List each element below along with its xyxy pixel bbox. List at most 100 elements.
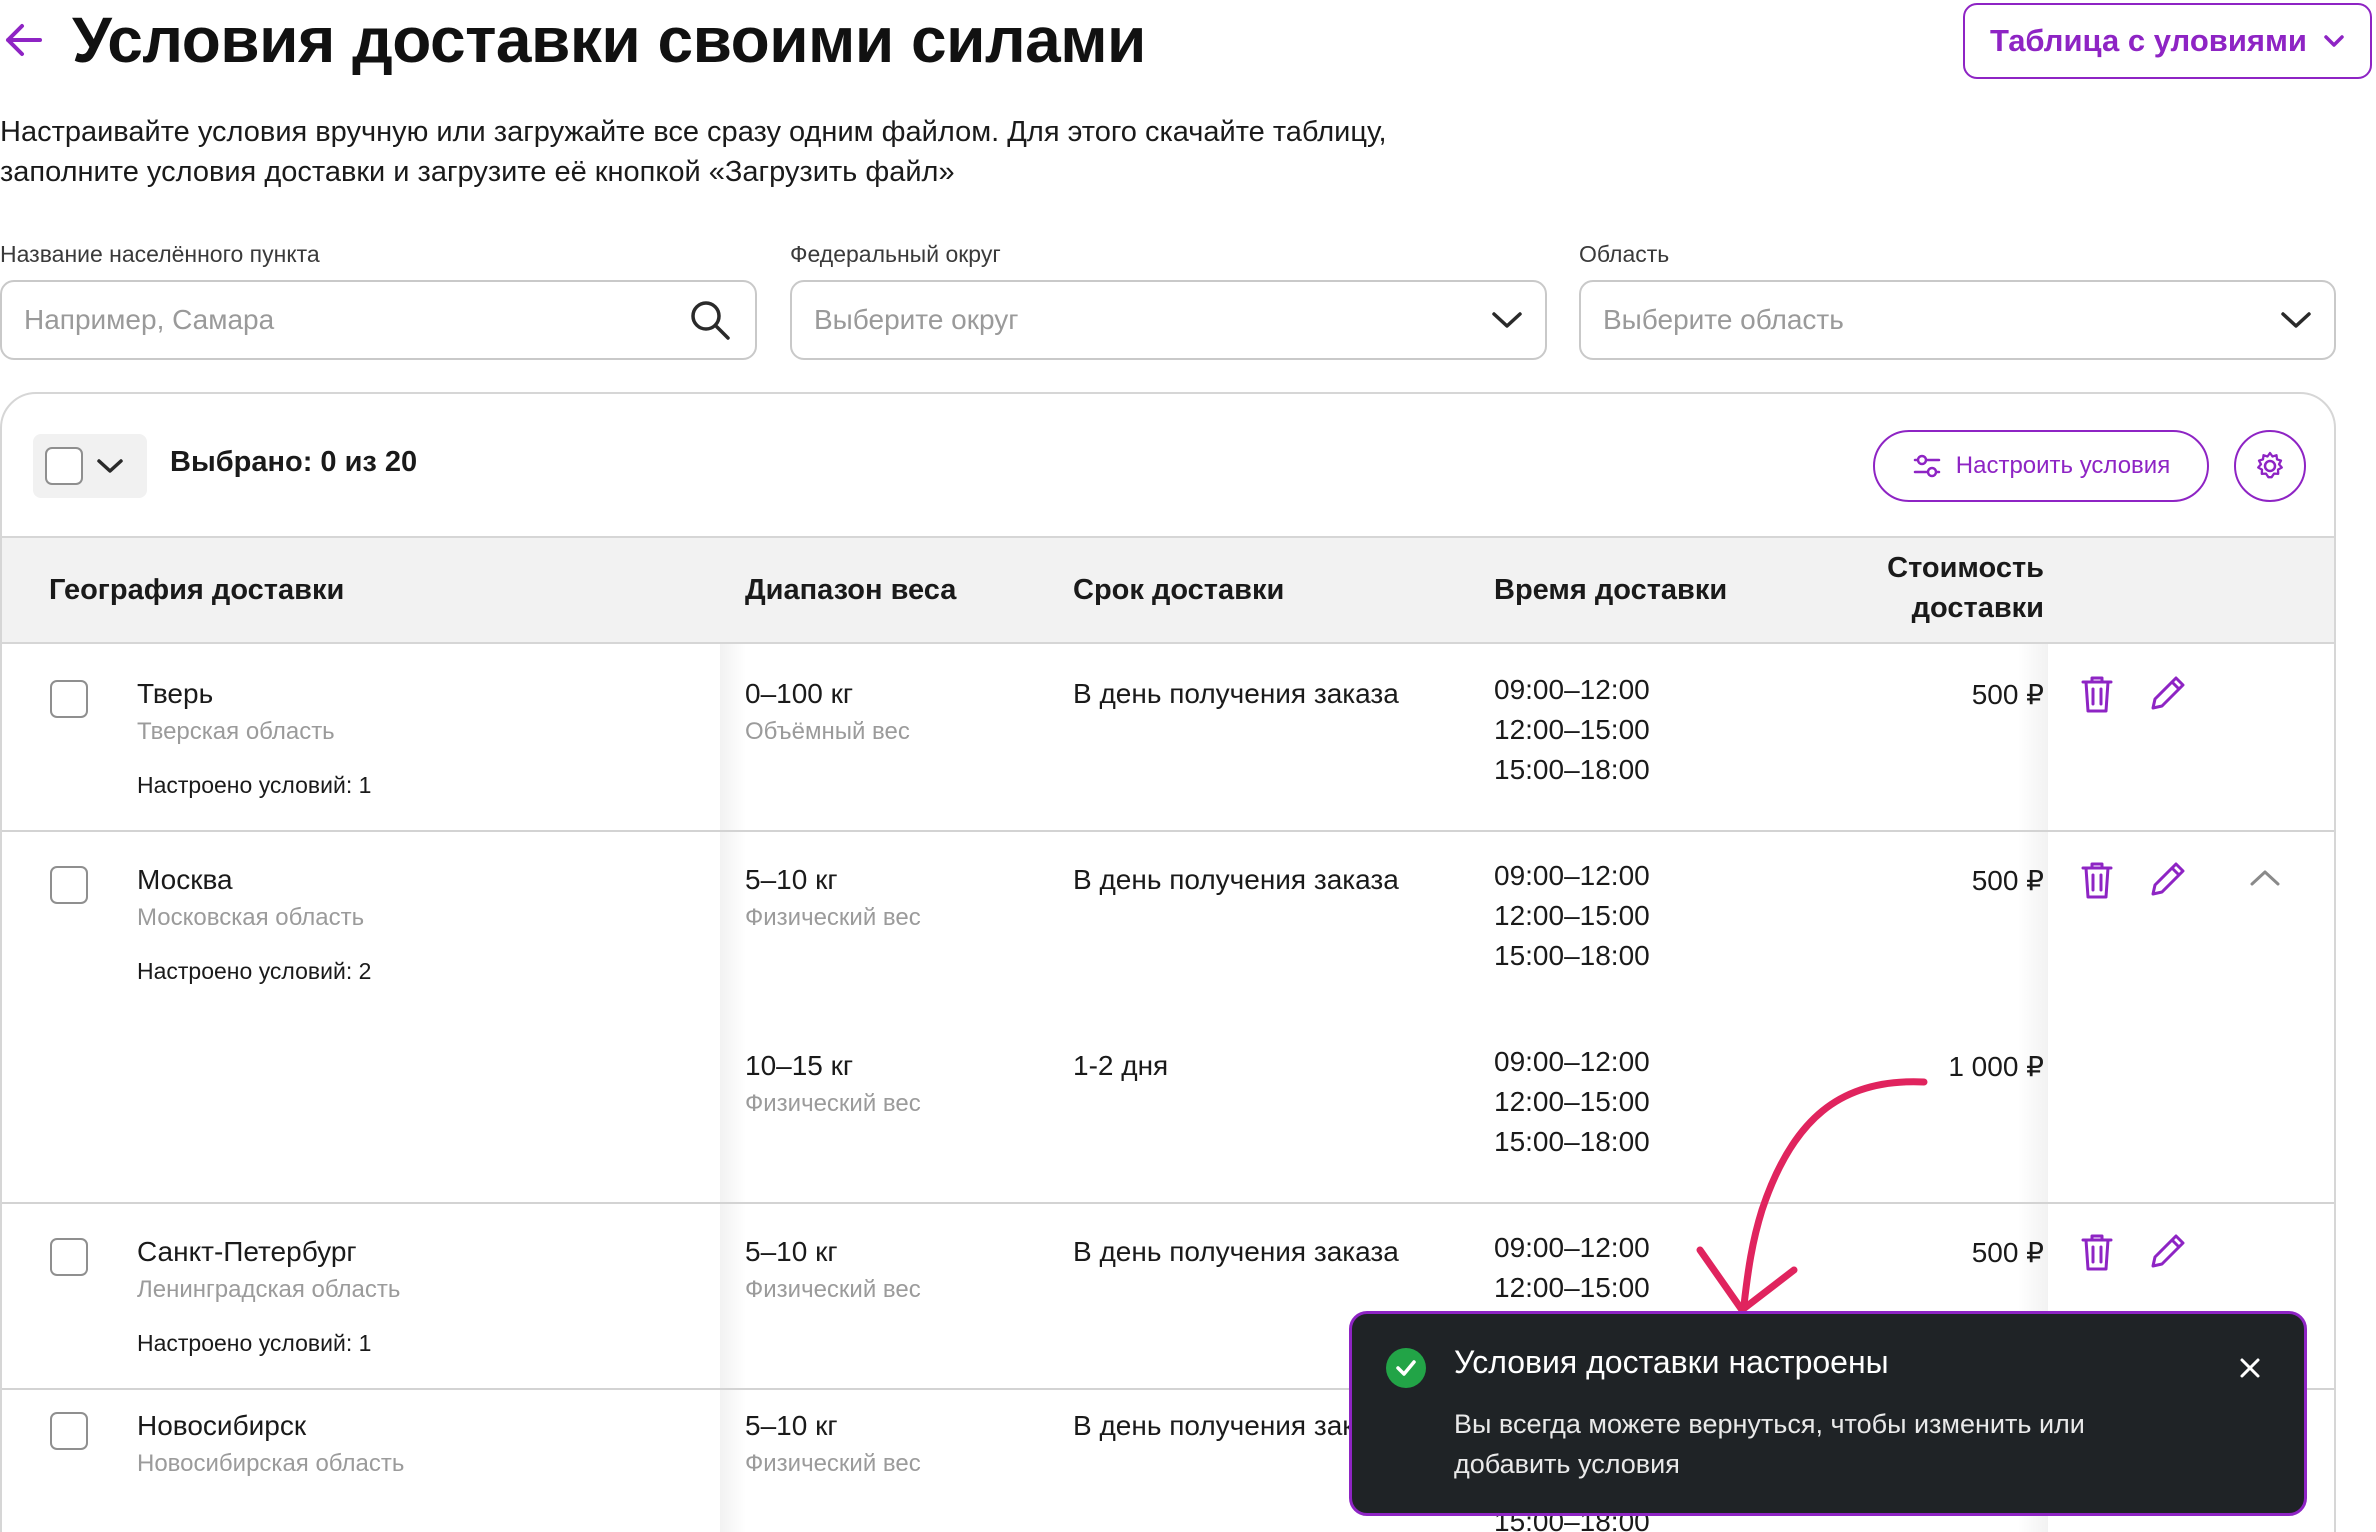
district-filter-label: Федеральный округ (790, 241, 1001, 267)
row-time-slots: 09:00–12:00 12:00–15:00 (1494, 1228, 1650, 1308)
time-slot: 12:00–15:00 (1494, 900, 1650, 931)
row-conditions-count: Настроено условий: 1 (137, 1330, 372, 1356)
row-time-slots: 09:00–12:00 12:00–15:00 15:00–18:00 (1494, 1042, 1650, 1162)
annotation-arrow (1680, 1060, 1940, 1330)
row-region: Ленинградская область (137, 1276, 401, 1303)
table-settings-button[interactable] (2234, 430, 2306, 502)
conditions-table-dropdown[interactable]: Таблица с уловиями (1963, 3, 2372, 79)
sliders-icon (1913, 454, 1941, 478)
configure-conditions-button[interactable]: Настроить условия (1873, 430, 2209, 502)
row-price: 500 ₽ (1971, 679, 2044, 710)
row-conditions-count: Настроено условий: 2 (137, 958, 372, 984)
pencil-icon (2151, 1234, 2185, 1268)
time-slot: 09:00–12:00 (1494, 860, 1650, 891)
chevron-down-icon (2281, 312, 2311, 328)
row-weight-type: Физический вес (745, 904, 921, 931)
row-weight-type: Физический вес (745, 1450, 921, 1477)
row-weight: 0–100 кг (745, 678, 854, 709)
chevron-down-icon (2324, 35, 2344, 47)
close-icon (2240, 1358, 2260, 1378)
page-title: Условия доставки своими силами (72, 4, 1146, 76)
success-toast: Условия доставки настроены Вы всегда мож… (1349, 1311, 2307, 1516)
delete-button[interactable] (2075, 858, 2119, 902)
row-weight: 5–10 кг (745, 1236, 838, 1267)
row-time-slots: 09:00–12:00 12:00–15:00 15:00–18:00 (1494, 856, 1650, 976)
search-icon (691, 301, 730, 340)
column-header-cost-line2: доставки (1911, 592, 2044, 624)
time-slot: 09:00–12:00 (1494, 1046, 1650, 1077)
row-region: Новосибирская область (137, 1450, 405, 1477)
row-price: 500 ₽ (1971, 865, 2044, 896)
time-slot: 09:00–12:00 (1494, 1232, 1650, 1263)
row-term: В день получения заказа (1073, 864, 1399, 895)
chevron-down-icon[interactable] (95, 456, 125, 476)
edit-button[interactable] (2147, 856, 2191, 900)
time-slot: 15:00–18:00 (1494, 940, 1650, 971)
row-city: Тверь (137, 678, 214, 709)
row-weight: 5–10 кг (745, 1410, 838, 1441)
row-term: В день получения заказа (1073, 678, 1399, 709)
row-checkbox[interactable] (50, 866, 88, 904)
row-weight-type: Физический вес (745, 1276, 921, 1303)
row-checkbox[interactable] (50, 1412, 88, 1450)
edit-button[interactable] (2147, 1228, 2191, 1272)
toast-title: Условия доставки настроены (1454, 1344, 1889, 1380)
row-region: Тверская область (137, 718, 335, 745)
row-checkbox[interactable] (50, 1238, 88, 1276)
city-filter-label: Название населённого пункта (0, 241, 320, 267)
column-header-cost-line1: Стоимость (1887, 552, 2044, 584)
trash-icon (2081, 1234, 2113, 1271)
row-conditions-count: Настроено условий: 1 (137, 772, 372, 798)
row-city: Санкт-Петербург (137, 1236, 357, 1267)
curved-arrow-icon (1696, 1078, 1928, 1314)
page-description: Настраивайте условия вручную или загружа… (0, 116, 1387, 188)
pencil-icon (2151, 676, 2185, 710)
chevron-down-icon (1492, 312, 1522, 328)
time-slot: 15:00–18:00 (1494, 754, 1650, 785)
row-term: В день получения заказа (1073, 1236, 1399, 1267)
region-filter-label: Область (1579, 241, 1670, 267)
arrow-left-icon (6, 24, 42, 56)
table-row: Тверь Тверская область Настроено условий… (2, 644, 2334, 830)
time-slot: 12:00–15:00 (1494, 1272, 1650, 1303)
region-select-placeholder: Выберите область (1603, 304, 1844, 335)
city-search-placeholder: Например, Самара (24, 304, 275, 335)
time-slot: 09:00–12:00 (1494, 674, 1650, 705)
back-button[interactable] (0, 8, 50, 68)
gear-icon (2257, 451, 2283, 479)
row-term: 1-2 дня (1073, 1050, 1169, 1081)
edit-button[interactable] (2147, 670, 2191, 714)
delete-button[interactable] (2075, 1230, 2119, 1274)
time-slot: 15:00–18:00 (1494, 1126, 1650, 1157)
trash-icon (2081, 676, 2113, 713)
select-all-checkbox[interactable] (45, 447, 83, 485)
time-slot: 12:00–15:00 (1494, 1086, 1650, 1117)
row-city: Новосибирск (137, 1410, 307, 1441)
city-search-input[interactable]: Например, Самара (0, 280, 757, 360)
toast-message: Вы всегда можете вернуться, чтобы измени… (1454, 1409, 2085, 1479)
trash-icon (2081, 862, 2113, 899)
region-select[interactable]: Выберите область (1579, 280, 2336, 360)
column-header-geo: География доставки (49, 574, 345, 606)
selected-count: Выбрано: 0 из 20 (170, 446, 418, 478)
row-city: Москва (137, 864, 233, 895)
toast-close-button[interactable] (2230, 1348, 2270, 1388)
pencil-icon (2151, 862, 2185, 896)
row-weight: 10–15 кг (745, 1050, 854, 1081)
configure-conditions-label: Настроить условия (1955, 452, 2171, 479)
row-time-slots: 09:00–12:00 12:00–15:00 15:00–18:00 (1494, 670, 1650, 790)
row-weight: 5–10 кг (745, 864, 838, 895)
table-row: Москва Московская область Настроено усло… (2, 832, 2334, 1202)
column-header-weight: Диапазон веса (745, 574, 957, 606)
table-header: География доставки Диапазон веса Срок до… (2, 536, 2334, 644)
collapse-row-button[interactable] (2243, 856, 2287, 900)
delete-button[interactable] (2075, 672, 2119, 716)
bulk-select-control[interactable] (33, 434, 147, 498)
column-header-time: Время доставки (1494, 574, 1728, 606)
chevron-up-icon (2250, 870, 2280, 886)
row-region: Московская область (137, 904, 365, 931)
column-header-term: Срок доставки (1073, 574, 1285, 606)
row-weight-type: Объёмный вес (745, 718, 910, 745)
row-checkbox[interactable] (50, 680, 88, 718)
district-select[interactable]: Выберите округ (790, 280, 1547, 360)
